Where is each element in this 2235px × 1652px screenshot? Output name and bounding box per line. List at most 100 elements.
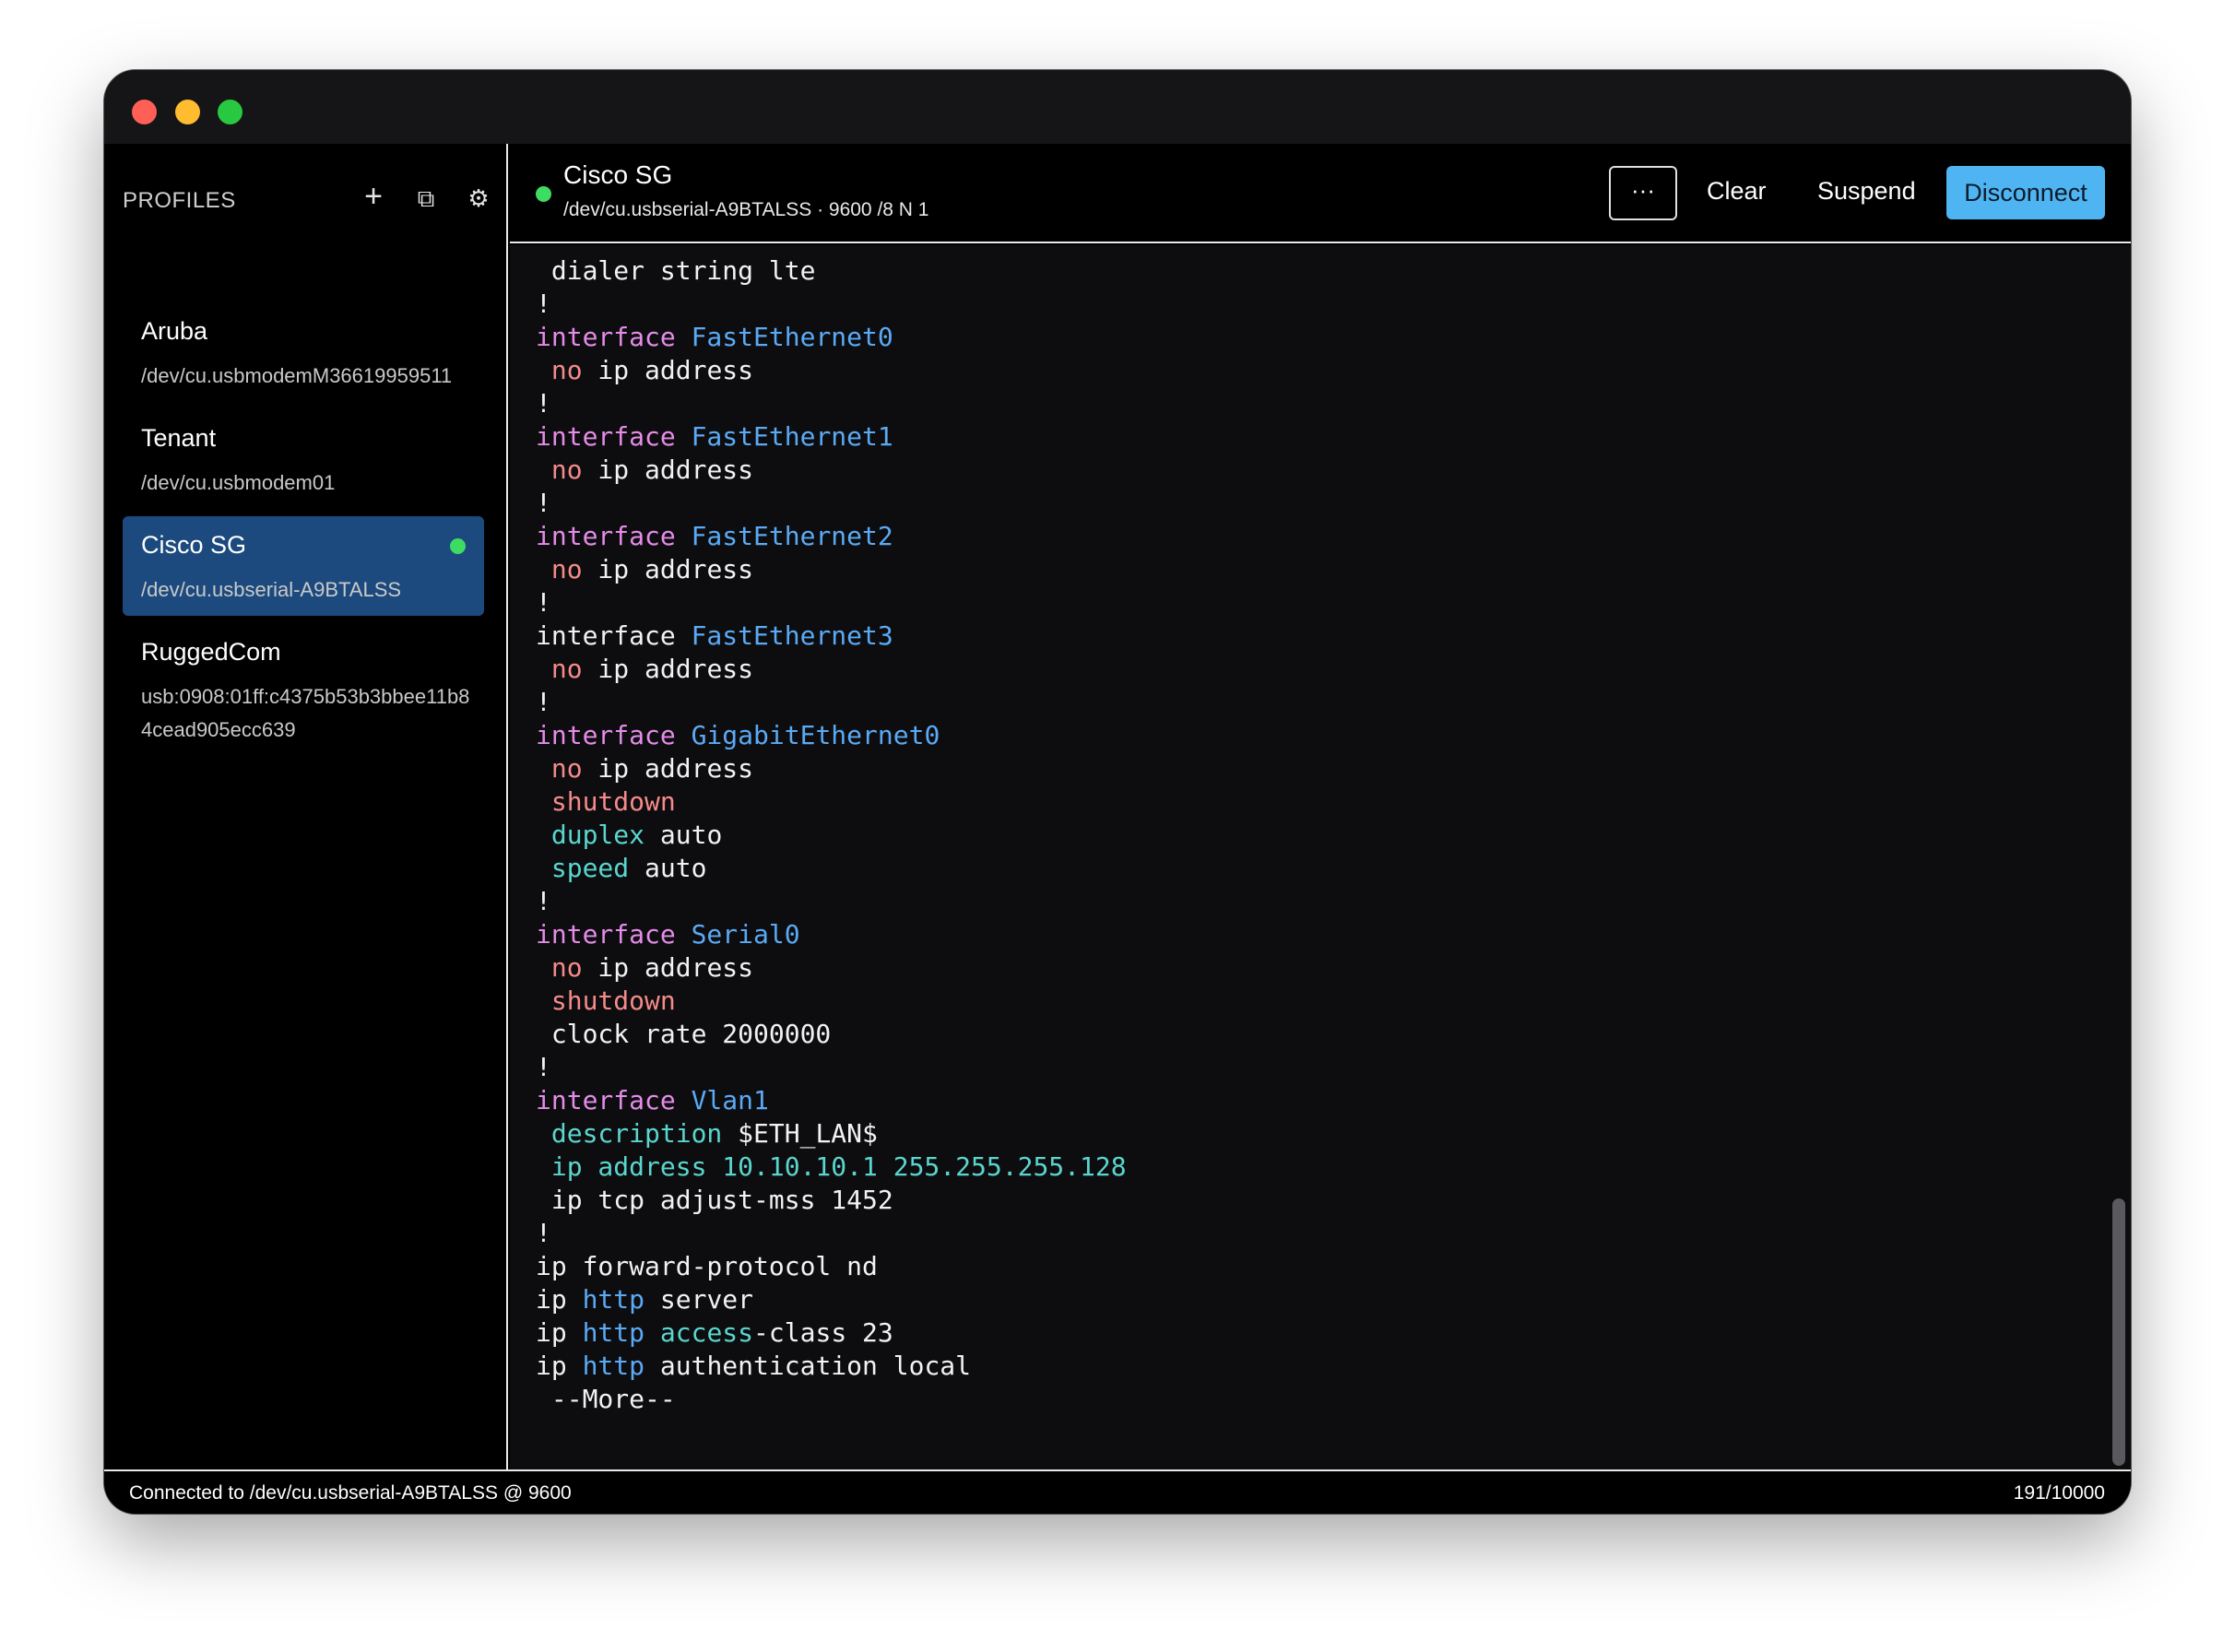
- clear-button[interactable]: Clear: [1707, 177, 1767, 206]
- duplicate-profile-icon[interactable]: ⧉: [411, 184, 441, 214]
- suspend-button[interactable]: Suspend: [1817, 177, 1916, 206]
- terminal-token: ip: [536, 1284, 583, 1315]
- profile-name: RuggedCom: [141, 638, 281, 666]
- terminal-token: authentication local: [644, 1351, 972, 1381]
- terminal-line: ip tcp adjust-mss 1452: [536, 1184, 1127, 1217]
- terminal-output[interactable]: dialer string lte! interface FastEthernet…: [510, 245, 2131, 1469]
- terminal-scrollbar[interactable]: [2112, 1198, 2125, 1466]
- terminal-token: description: [550, 1118, 723, 1149]
- terminal-line: ip forward-protocol nd: [536, 1250, 1127, 1283]
- profile-name: Aruba: [141, 317, 208, 345]
- profiles-sidebar: PROFILES + ⧉ ⚙ Aruba /dev/cu.usbmodemM36…: [104, 144, 508, 1469]
- sidebar-header: PROFILES + ⧉ ⚙: [123, 179, 490, 218]
- terminal-token: !: [536, 1218, 551, 1248]
- terminal-token: interface: [536, 919, 692, 950]
- terminal-line: no ip address: [536, 951, 1127, 985]
- terminal-line: interface FastEthernet2: [536, 520, 1127, 553]
- terminal-token: ip: [536, 1351, 583, 1381]
- terminal-token: clock rate 2000000: [536, 1019, 832, 1049]
- connection-status-text: Connected to /dev/cu.usbserial-A9BTALSS …: [129, 1482, 572, 1504]
- terminal-line: speed auto: [536, 852, 1127, 885]
- terminal-token: no: [550, 355, 583, 385]
- terminal-token: GigabitEthernet0: [691, 720, 940, 750]
- profile-item-tenant[interactable]: Tenant /dev/cu.usbmodem01: [123, 409, 484, 509]
- terminal-line: !: [536, 387, 1127, 420]
- profile-name: Tenant: [141, 424, 217, 452]
- zoom-window-button[interactable]: [218, 100, 242, 124]
- terminal-line: ip address 10.10.10.1 255.255.255.128: [536, 1150, 1127, 1184]
- terminal-line: description $ETH_LAN$: [536, 1117, 1127, 1150]
- terminal-line: duplex auto: [536, 819, 1127, 852]
- terminal-line: interface Vlan1: [536, 1084, 1127, 1117]
- title-bar: [104, 70, 2131, 144]
- terminal-line: !: [536, 487, 1127, 520]
- terminal-token: ip address: [582, 355, 754, 385]
- terminal-line: ip http access-class 23: [536, 1316, 1127, 1350]
- terminal-line: no ip address: [536, 752, 1127, 785]
- terminal-token: interface: [536, 1085, 692, 1115]
- terminal-token: server: [644, 1284, 754, 1315]
- disconnect-button[interactable]: Disconnect: [1946, 166, 2105, 219]
- profile-path: usb:0908:01ff:c4375b53b3bbee11b84cead905…: [141, 685, 470, 741]
- terminal-line: clock rate 2000000: [536, 1018, 1127, 1051]
- profile-path: /dev/cu.usbmodemM36619959511: [141, 364, 453, 387]
- profile-path: /dev/cu.usbmodem01: [141, 471, 336, 494]
- terminal-token: no: [550, 952, 583, 983]
- terminal-token: dialer string lte: [536, 255, 816, 286]
- terminal-token: !: [536, 687, 551, 717]
- terminal-token: ip address: [582, 554, 754, 584]
- status-bar: Connected to /dev/cu.usbserial-A9BTALSS …: [104, 1469, 2131, 1514]
- terminal-line: --More--: [536, 1383, 1127, 1416]
- add-profile-icon[interactable]: +: [359, 179, 388, 215]
- terminal-token: interface: [536, 421, 692, 452]
- profile-item-ruggedcom[interactable]: RuggedCom usb:0908:01ff:c4375b53b3bbee11…: [123, 623, 484, 749]
- close-window-button[interactable]: [132, 100, 157, 124]
- terminal-token: !: [536, 1052, 551, 1082]
- connected-status-dot: [536, 186, 551, 202]
- more-options-button[interactable]: ···: [1609, 166, 1677, 220]
- session-header: Cisco SG /dev/cu.usbserial-A9BTALSS · 96…: [510, 144, 2131, 243]
- settings-gear-icon[interactable]: ⚙: [464, 184, 493, 213]
- terminal-line: !: [536, 1051, 1127, 1084]
- terminal-token: !: [536, 289, 551, 319]
- terminal-token: auto: [629, 853, 707, 883]
- terminal-token: interface: [536, 620, 692, 651]
- profile-item-cisco-sg[interactable]: Cisco SG /dev/cu.usbserial-A9BTALSS: [123, 516, 484, 616]
- terminal-line: !: [536, 1217, 1127, 1250]
- terminal-line: !: [536, 586, 1127, 620]
- connected-status-dot: [450, 538, 466, 554]
- terminal-line: interface Serial0: [536, 918, 1127, 951]
- profile-name: Cisco SG: [141, 531, 247, 559]
- terminal-token: interface: [536, 720, 692, 750]
- terminal-line: interface GigabitEthernet0: [536, 719, 1127, 752]
- terminal-lines: dialer string lte! interface FastEthernet…: [536, 254, 1127, 1416]
- terminal-token: Serial0: [691, 919, 800, 950]
- terminal-token: speed: [550, 853, 630, 883]
- terminal-token: ip address 10.10.10.1 255.255.255.128: [536, 1151, 1127, 1182]
- terminal-line: interface FastEthernet1: [536, 420, 1127, 454]
- terminal-line: dialer string lte: [536, 254, 1127, 288]
- terminal-line: no ip address: [536, 354, 1127, 387]
- terminal-token: no: [550, 654, 583, 684]
- terminal-line: ip http server: [536, 1283, 1127, 1316]
- terminal-token: FastEthernet3: [691, 620, 893, 651]
- terminal-token: Vlan1: [691, 1085, 769, 1115]
- terminal-token: FastEthernet2: [691, 521, 893, 551]
- terminal-line: shutdown: [536, 985, 1127, 1018]
- terminal-token: !: [536, 488, 551, 518]
- terminal-line: ip http authentication local: [536, 1350, 1127, 1383]
- profile-item-aruba[interactable]: Aruba /dev/cu.usbmodemM36619959511: [123, 302, 484, 402]
- minimize-window-button[interactable]: [175, 100, 200, 124]
- terminal-token: no: [550, 753, 583, 784]
- terminal-token: ip address: [582, 454, 754, 485]
- terminal-line: !: [536, 288, 1127, 321]
- terminal-token: FastEthernet1: [691, 421, 893, 452]
